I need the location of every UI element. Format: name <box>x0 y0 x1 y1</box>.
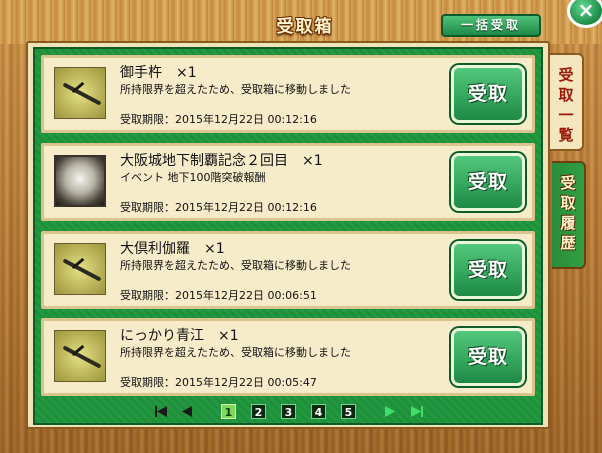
item-expiry: 受取期限：2015年12月22日 00:05:47 <box>120 376 317 389</box>
tab-receive-list[interactable]: 受 取 一 覧 <box>550 53 584 151</box>
first-page-icon[interactable] <box>154 404 168 419</box>
event-photo-icon <box>54 155 106 207</box>
list-item: にっかり青江 ×1 所持限界を超えたため、受取箱に移動しました 受取期限：201… <box>41 318 535 396</box>
item-description: 所持限界を超えたため、受取箱に移動しました <box>120 259 351 272</box>
item-name: にっかり青江 ×1 <box>120 328 239 344</box>
sword-thumbnail-icon <box>54 67 106 119</box>
sword-thumbnail-icon <box>54 330 106 382</box>
list-item: 御手杵 ×1 所持限界を超えたため、受取箱に移動しました 受取期限：2015年1… <box>41 55 535 133</box>
tab-receive-history[interactable]: 受 取 履 歴 <box>552 161 586 269</box>
item-description: イベント 地下100階突破報酬 <box>120 171 266 184</box>
bulk-receive-button[interactable]: 一括受取 <box>441 14 541 37</box>
previous-page-icon[interactable] <box>180 404 194 419</box>
tab-char: 取 <box>558 86 574 104</box>
page-title: 受取箱 <box>276 17 334 37</box>
receive-button[interactable]: 受取 <box>451 153 525 211</box>
receive-button[interactable]: 受取 <box>451 328 525 386</box>
tab-char: 受 <box>560 174 576 192</box>
item-description: 所持限界を超えたため、受取箱に移動しました <box>120 83 351 96</box>
receive-button[interactable]: 受取 <box>451 241 525 299</box>
page-number[interactable]: 3 <box>281 404 296 419</box>
item-description: 所持限界を超えたため、受取箱に移動しました <box>120 346 351 359</box>
page-number[interactable]: 2 <box>251 404 266 419</box>
tab-char: 歴 <box>560 234 576 252</box>
page-number[interactable]: 5 <box>341 404 356 419</box>
item-expiry: 受取期限：2015年12月22日 00:12:16 <box>120 201 317 214</box>
list-item: 大倶利伽羅 ×1 所持限界を超えたため、受取箱に移動しました 受取期限：2015… <box>41 231 535 309</box>
sword-thumbnail-icon <box>54 243 106 295</box>
tab-char: 履 <box>560 214 576 232</box>
tab-char: 受 <box>558 66 574 84</box>
item-name: 大阪城地下制覇記念２回目 ×1 <box>120 153 323 169</box>
tab-char: 取 <box>560 194 576 212</box>
last-page-icon[interactable] <box>410 404 424 419</box>
page-number[interactable]: 4 <box>311 404 326 419</box>
next-page-icon[interactable] <box>383 404 397 419</box>
item-name: 御手杵 ×1 <box>120 65 197 81</box>
tab-char: 覧 <box>558 126 574 144</box>
item-expiry: 受取期限：2015年12月22日 00:12:16 <box>120 113 317 126</box>
item-name: 大倶利伽羅 ×1 <box>120 241 225 257</box>
receive-button[interactable]: 受取 <box>451 65 525 123</box>
item-expiry: 受取期限：2015年12月22日 00:06:51 <box>120 289 317 302</box>
tab-char: 一 <box>558 106 574 124</box>
page-number-current[interactable]: 1 <box>221 404 236 419</box>
list-item: 大阪城地下制覇記念２回目 ×1 イベント 地下100階突破報酬 受取期限：201… <box>41 143 535 221</box>
